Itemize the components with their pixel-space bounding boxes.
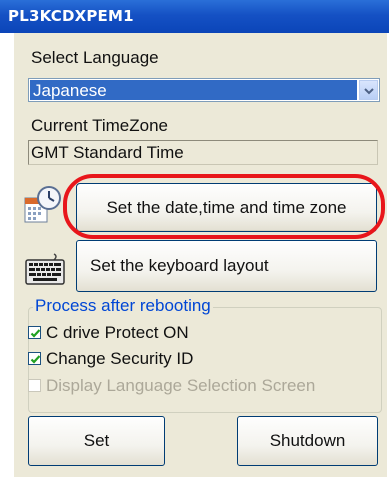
checkbox-drive-protect-label: C drive Protect ON bbox=[46, 323, 189, 342]
app-window: PL3KCDXPEM1 Select Language Japanese Cur… bbox=[0, 0, 389, 477]
checkmark-icon bbox=[30, 329, 41, 338]
checkbox-language-screen-box bbox=[28, 379, 41, 392]
set-datetime-button[interactable]: Set the date,time and time zone bbox=[76, 183, 377, 232]
calendar-clock-icon bbox=[22, 184, 64, 228]
window-title: PL3KCDXPEM1 bbox=[0, 0, 389, 33]
current-timezone-label: Current TimeZone bbox=[31, 116, 168, 135]
select-language-label: Select Language bbox=[31, 48, 159, 67]
shutdown-button[interactable]: Shutdown bbox=[237, 416, 378, 466]
checkbox-security-id-label: Change Security ID bbox=[46, 349, 194, 368]
checkbox-security-id[interactable]: Change Security ID bbox=[28, 348, 268, 370]
checkmark-icon bbox=[30, 355, 41, 364]
keyboard-icon bbox=[24, 250, 66, 288]
checkbox-drive-protect-box[interactable] bbox=[28, 326, 41, 339]
set-keyboard-button[interactable]: Set the keyboard layout bbox=[76, 240, 377, 292]
chevron-down-icon[interactable] bbox=[359, 80, 378, 100]
language-select-value: Japanese bbox=[30, 80, 357, 100]
language-select[interactable]: Japanese bbox=[28, 78, 380, 102]
checkbox-security-id-box[interactable] bbox=[28, 352, 41, 365]
checkbox-drive-protect[interactable]: C drive Protect ON bbox=[28, 322, 268, 344]
set-button[interactable]: Set bbox=[28, 416, 165, 466]
timezone-field: GMT Standard Time bbox=[28, 140, 378, 165]
checkbox-language-screen-label: Display Language Selection Screen bbox=[46, 376, 316, 395]
process-group-legend: Process after rebooting bbox=[33, 296, 213, 316]
checkbox-language-screen: Display Language Selection Screen bbox=[28, 375, 378, 397]
